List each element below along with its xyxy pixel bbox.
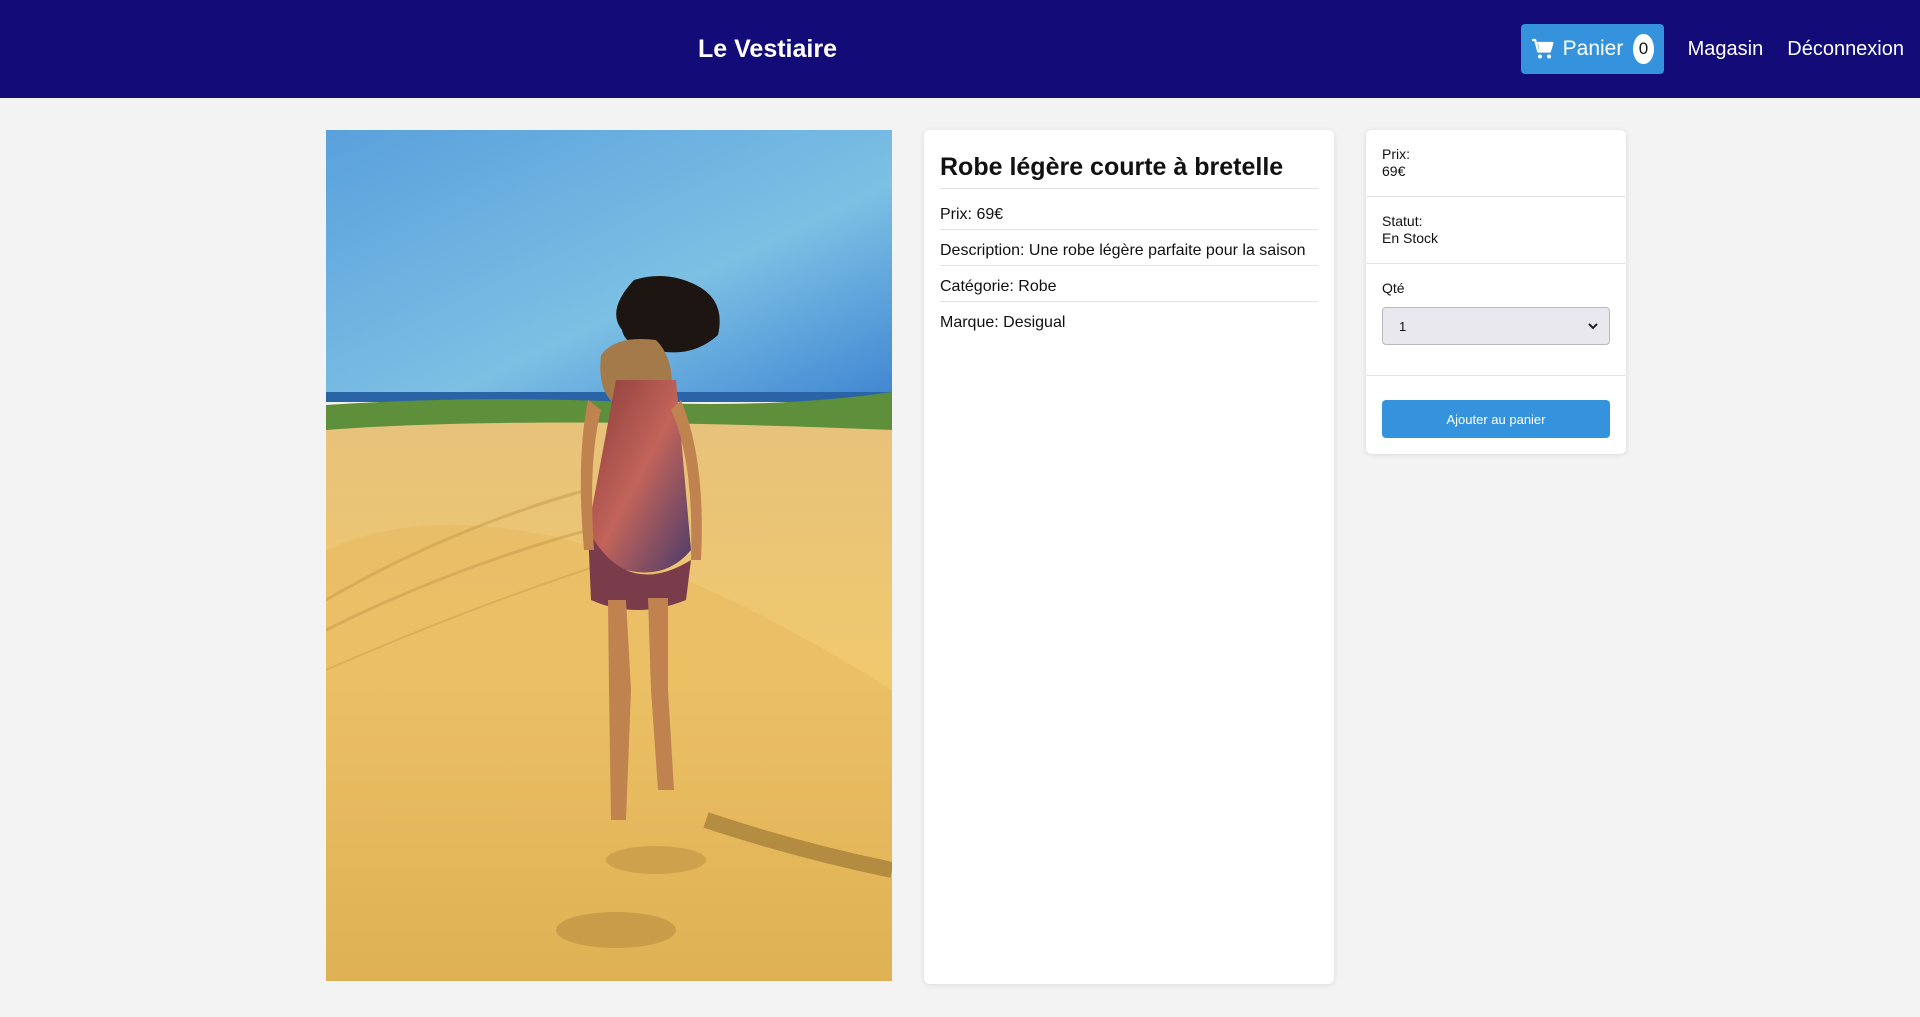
purchase-qty-section: Qté 1 [1366,264,1626,376]
top-navbar: Le Vestiaire Panier 0 Magasin Déconnexio… [0,0,1920,98]
price-value: 69€ [1382,163,1406,179]
status-label: Statut: [1382,213,1423,229]
cart-button[interactable]: Panier 0 [1520,24,1664,74]
status-value: En Stock [1382,230,1439,246]
cart-label: Panier [1562,37,1624,60]
product-image [326,130,892,981]
qty-value: 1 [1399,318,1407,334]
logout-link[interactable]: Déconnexion [1787,38,1904,61]
cart-count-badge: 0 [1633,34,1654,64]
product-brand: Marque: Desigual [940,314,1066,331]
add-to-cart-button[interactable]: Ajouter au panier [1382,400,1610,438]
purchase-card: Prix: 69€ Statut: En Stock Qté 1 Ajouter… [1366,130,1626,454]
product-price: Prix: 69€ [940,201,1318,230]
qty-label: Qté [1382,280,1405,296]
purchase-status-section: Statut: En Stock [1366,197,1626,264]
brand-logo-link[interactable]: Le Vestiaire [698,35,837,63]
product-details-list: Prix: 69€ Description: Une robe légère p… [940,201,1318,337]
nav-menu: Panier 0 Magasin Déconnexion [1520,24,1904,74]
product-category: Catégorie: Robe [940,266,1318,302]
product-details-card: Robe légère courte à bretelle Prix: 69€ … [924,130,1334,984]
product-description: Description: Une robe légère parfaite po… [940,230,1318,266]
chevron-down-icon [1587,320,1599,332]
price-label: Prix: [1382,146,1410,162]
qty-select[interactable]: 1 [1382,307,1610,345]
cart-icon [1531,37,1555,61]
purchase-action-section: Ajouter au panier [1366,376,1626,454]
purchase-price-section: Prix: 69€ [1366,130,1626,197]
product-title: Robe légère courte à bretelle [940,152,1318,189]
shop-link[interactable]: Magasin [1688,38,1764,61]
